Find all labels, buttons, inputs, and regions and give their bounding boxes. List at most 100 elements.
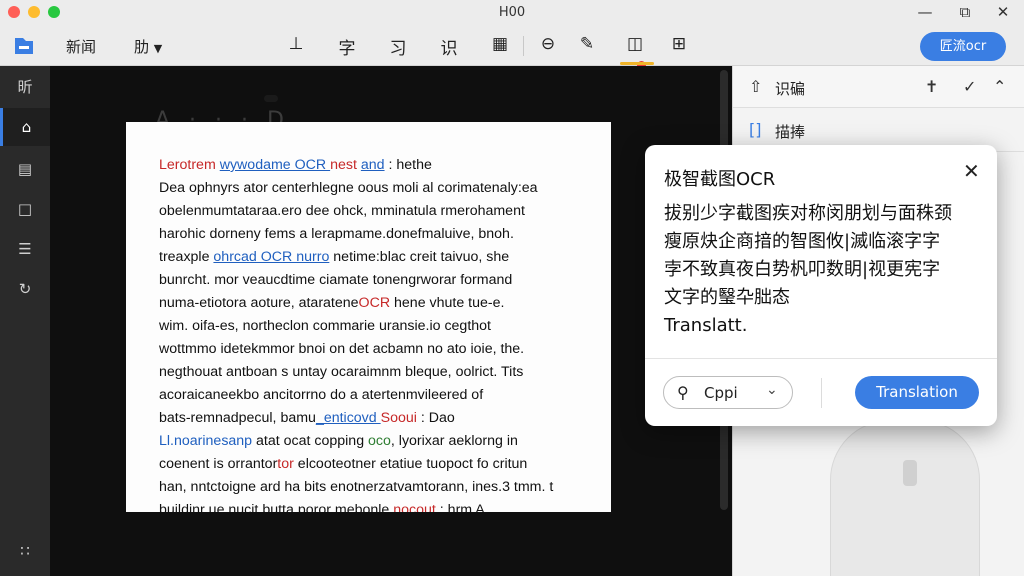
minimize-icon[interactable]: — xyxy=(914,3,936,21)
document-text-segment: Dea ophnyrs ator centerhlegne oous moli … xyxy=(159,180,538,196)
document-line: treaxple ohrcad OCR nurro netime:blac cr… xyxy=(159,246,611,269)
tool-recognize[interactable]: 识 xyxy=(436,34,462,59)
document-line: Ll.noarinesanp atat ocat copping oco, ly… xyxy=(159,430,611,453)
check-icon[interactable]: ✓ xyxy=(963,77,976,96)
translation-preview: Translatt. xyxy=(664,315,748,336)
document-text-segment: numa-etiotora aoture, xyxy=(159,295,299,311)
tool-baseline[interactable]: ⊥ xyxy=(283,34,309,54)
document-text-segment: Sooui xyxy=(380,410,417,426)
title-bar: H00 — ⧉ ✕ xyxy=(0,0,1024,26)
chevron-down-icon: ▼ xyxy=(153,42,163,55)
document-line: coenent is orrantortor elcooteotner etat… xyxy=(159,453,611,476)
document-text-segment: Ll.noarinesanp xyxy=(159,433,253,449)
document-text-segment: elcooteotner etatiue tuopoct fo critun xyxy=(293,456,528,472)
document-text-segment: obelenmumtataraa.ero dee ohck, mminatula… xyxy=(159,203,525,219)
rail-item-home[interactable]: ⌂ xyxy=(0,108,50,146)
document-line: bunrcht. mor veaucdtime ciamate tonengrw… xyxy=(159,269,611,292)
document-text-segment: Lerotrem xyxy=(159,157,220,173)
document-text-segment: harohic dorneny fems a lerapmame.donefma… xyxy=(159,226,514,242)
document-text-segment: coenent is orrantor xyxy=(159,456,278,472)
document-text-segment: and xyxy=(360,157,385,173)
refresh-icon: ↻ xyxy=(18,280,32,298)
document-line: Lerotrem wywodame OCR nest and : hethe xyxy=(159,154,611,177)
rail-item-new[interactable]: 昕 xyxy=(0,68,50,106)
toolbar-divider xyxy=(523,36,524,56)
document-line: harohic dorneny fems a lerapmame.donefma… xyxy=(159,223,611,246)
tool-practice[interactable]: 习 xyxy=(385,34,411,59)
active-tool-indicator xyxy=(620,62,654,65)
restore-icon[interactable]: ⧉ xyxy=(954,3,976,21)
file-import-icon: ▤ xyxy=(17,160,33,178)
document-line: numa-etiotora aoture, atarateneOCR hene … xyxy=(159,292,611,315)
upload-icon: ⇧ xyxy=(749,77,763,96)
tool-layout[interactable]: ▦ xyxy=(487,34,513,54)
document-text-segment: bunrcht. mor veaucdtime ciamate tonengrw… xyxy=(159,272,513,288)
document-text-segment: wottmmo idetekmmor bnoi on det acbamn no… xyxy=(159,341,525,357)
document-text-segment: _enticovd xyxy=(315,410,381,426)
search-icon: ⚲ xyxy=(677,383,689,402)
document-line: obelenmumtataraa.ero dee ohck, mminatula… xyxy=(159,200,611,223)
rail-item-document[interactable]: □ xyxy=(0,190,50,228)
document-text-segment: : Dao xyxy=(416,410,455,426)
rail-item-import[interactable]: ▤ xyxy=(0,150,50,188)
document-text-segment: , lyorixar aeklorng in xyxy=(390,433,518,449)
popup-result-text[interactable]: 拔别少字截图疾对称闵朋划与面秼颈 瘦原炔企商揞的智图攸|滅临滚字字 孛不致真夜白… xyxy=(664,200,984,340)
document-text-segment: acoraicaneekbo ancitorrno do a atertenmv… xyxy=(159,387,484,403)
apps-grid-icon: ∷ xyxy=(20,542,30,560)
document-text-segment: tor xyxy=(277,456,294,472)
tool-circle[interactable]: ⊖ xyxy=(535,34,561,54)
window-title: H00 xyxy=(498,5,526,20)
document-page[interactable]: Lerotrem wywodame OCR nest and : hethe De… xyxy=(126,122,611,512)
document-text-segment: ataratene xyxy=(298,295,359,311)
document-line: acoraicaneekbo ancitorrno do a atertenmv… xyxy=(159,384,611,407)
document-line: negthouat antboan s untay ocaraimnm bleq… xyxy=(159,361,611,384)
document-text-segment: treaxple xyxy=(159,249,214,265)
app-logo-icon[interactable] xyxy=(10,34,38,58)
menu-news[interactable]: 新闻 xyxy=(66,36,96,57)
close-icon[interactable]: ✕ xyxy=(963,159,980,183)
rail-item-apps[interactable]: ∷ xyxy=(0,532,50,570)
document-text-segment: OCR xyxy=(358,295,391,311)
document-text-segment: negthouat antboan s untay ocaraimnm bleq… xyxy=(159,364,524,380)
tool-edit[interactable]: ✎ xyxy=(574,34,600,54)
checklist-icon: ☰ xyxy=(18,240,32,258)
document-text-segment: nocout xyxy=(393,502,436,512)
document-line: Dea ophnyrs ator centerhlegne oous moli … xyxy=(159,177,611,200)
document-line: han, nntctoigne ard ha bits enotnerzatva… xyxy=(159,476,611,499)
close-icon[interactable]: ✕ xyxy=(992,3,1014,21)
panel-section-label: 描捧 xyxy=(775,123,806,141)
document-text-segment: netime:blac creit taivuo, she xyxy=(329,249,510,265)
tool-grid[interactable]: ⊞ xyxy=(666,34,692,54)
ocr-action-button[interactable]: 匠流ocr xyxy=(920,32,1006,61)
document-icon: □ xyxy=(17,200,33,218)
document-text-segment: oco xyxy=(368,433,391,449)
document-text-segment: nest xyxy=(330,157,361,173)
mouse-image xyxy=(830,420,980,576)
ocr-popup: 极智截图OCR ✕ 拔别少字截图疾对称闵朋划与面秼颈 瘦原炔企商揞的智图攸|滅临… xyxy=(645,145,997,426)
tool-capture[interactable]: ◫ xyxy=(622,34,648,54)
panel-header: ⇧ 识碥 ✝ ✓ ⌃ xyxy=(733,66,1024,108)
panel-slider[interactable] xyxy=(264,95,278,102)
rail-item-list[interactable]: ☰ xyxy=(0,230,50,268)
document-line: wottmmo idetekmmor bnoi on det acbamn no… xyxy=(159,338,611,361)
document-line: wim. oifa-es, northeclon commarie uransi… xyxy=(159,315,611,338)
bracket-icon: [] xyxy=(749,120,762,139)
collapse-icon[interactable]: ⌃ xyxy=(993,77,1006,96)
document-text-segment: han, nntctoigne ard ha bits enotnerzatva… xyxy=(159,479,554,495)
rail-item-refresh[interactable]: ↻ xyxy=(0,270,50,308)
document-text-segment: hene vhute tue-e. xyxy=(390,295,505,311)
language-select[interactable]: ⚲ Cppi ⌄ xyxy=(663,376,793,409)
panel-header-label: 识碥 xyxy=(775,80,806,98)
translation-button[interactable]: Translation xyxy=(855,376,979,409)
document-text-segment: wim. oifa-es, northeclon commarie uransi… xyxy=(159,318,491,334)
menu-more[interactable]: 肋 ▼ xyxy=(134,36,162,57)
document-text-segment: ohrcad OCR nurro xyxy=(213,249,330,265)
document-text-segment: wywodame OCR xyxy=(219,157,331,173)
left-rail: 昕 ⌂ ▤ □ ☰ ↻ ∷ xyxy=(0,66,50,576)
popup-title: 极智截图OCR xyxy=(664,169,776,190)
tool-text[interactable]: 字 xyxy=(334,34,360,59)
document-text-segment: buildinr ue nucit butta poror mebonle xyxy=(159,502,394,512)
document-text-segment: : hrm A xyxy=(435,502,485,512)
popup-button-divider xyxy=(821,378,822,408)
pin-icon[interactable]: ✝ xyxy=(925,77,938,96)
